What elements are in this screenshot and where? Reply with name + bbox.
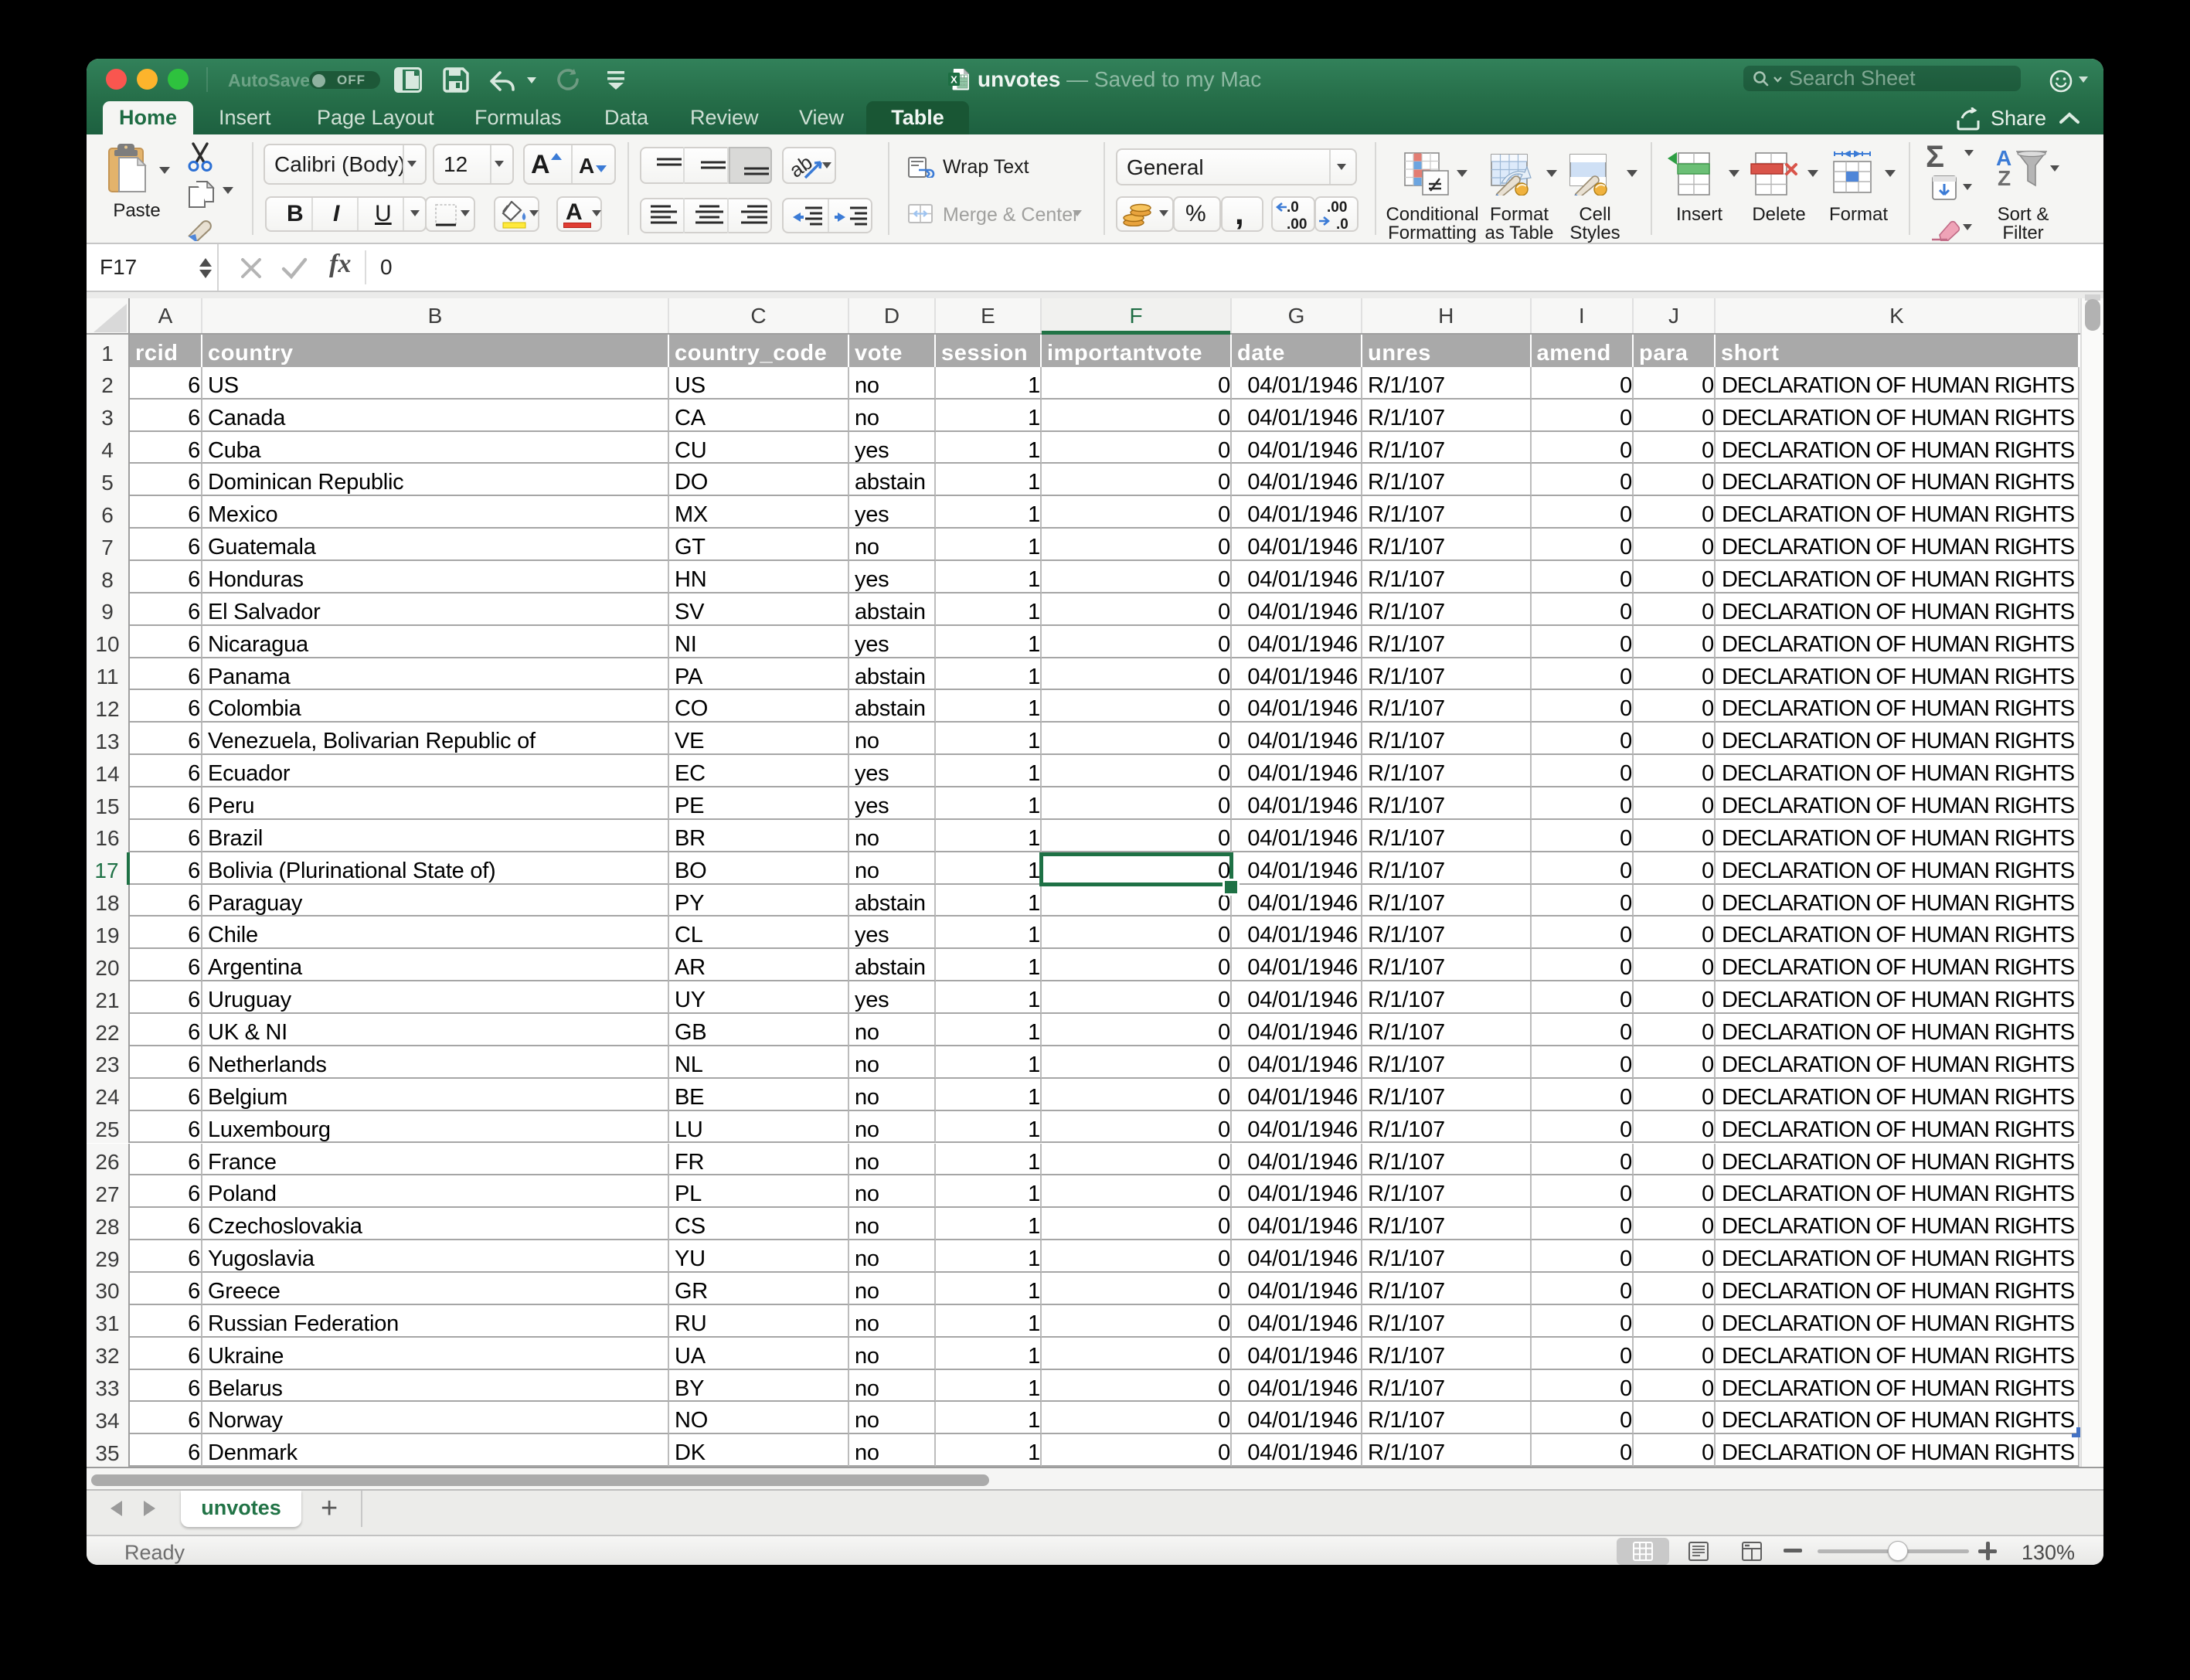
svg-text:X: X (950, 74, 957, 86)
